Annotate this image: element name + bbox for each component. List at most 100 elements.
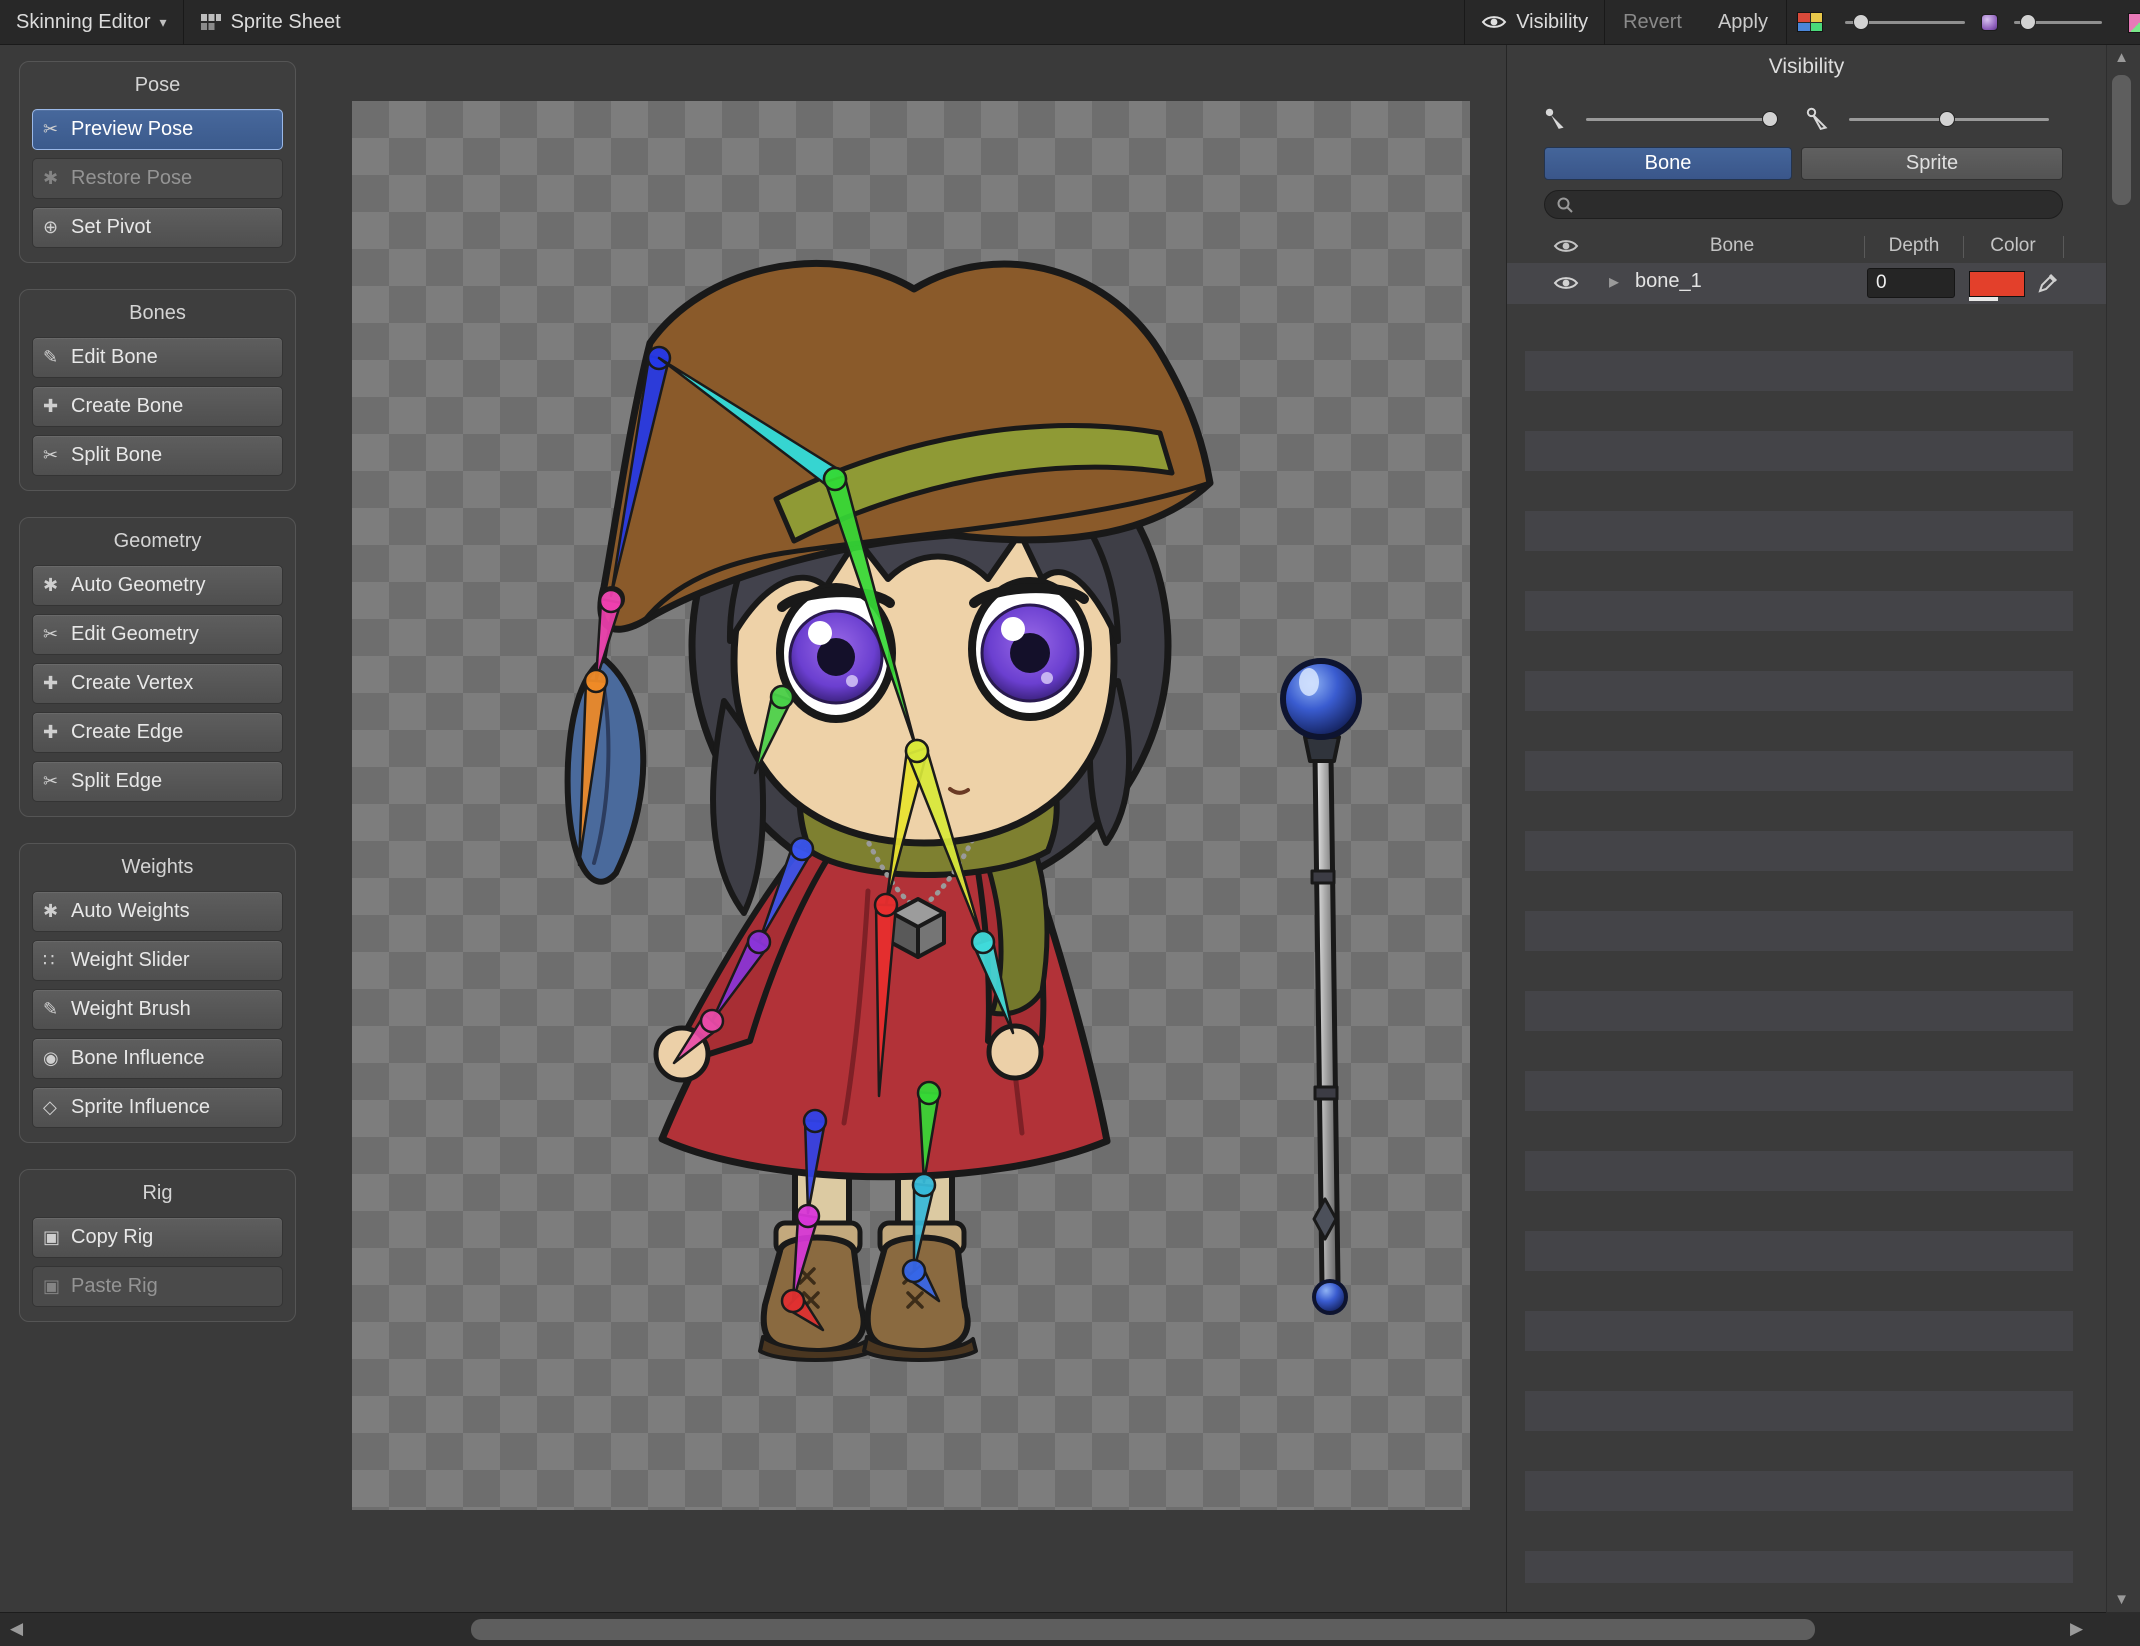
bone-joint-ornament-1[interactable]: [598, 588, 624, 614]
bone-joint-leg-l-1[interactable]: [802, 1108, 828, 1134]
tool-group-rig: Rig ▣ Copy Rig ▣ Paste Rig: [19, 1169, 296, 1322]
table-row-bone-1[interactable]: ▸ bone_1: [1507, 263, 2106, 304]
bone-joint-neck[interactable]: [822, 466, 848, 492]
visibility-label: Visibility: [1516, 10, 1589, 33]
row-visibility-eye-icon[interactable]: [1553, 274, 1579, 292]
color-swatch-icon[interactable]: [1797, 12, 1823, 32]
preview-pose-button[interactable]: ✂ Preview Pose: [32, 109, 283, 150]
tab-bone[interactable]: Bone: [1544, 147, 1792, 180]
vertical-scrollbar-thumb[interactable]: [2112, 75, 2131, 205]
paste-rig-button[interactable]: ▣ Paste Rig: [32, 1266, 283, 1307]
bone-joint-arm-l-1[interactable]: [789, 836, 815, 862]
scroll-up-arrow-icon[interactable]: ▲: [2107, 49, 2136, 66]
bone-influence-button[interactable]: ◉ Bone Influence: [32, 1038, 283, 1079]
bone-color-swatch[interactable]: [1969, 271, 2025, 301]
zoom-slider[interactable]: [1845, 13, 1965, 30]
skinning-editor-label: Skinning Editor: [16, 10, 151, 33]
skinning-editor-dropdown[interactable]: Skinning Editor ▾: [0, 0, 183, 45]
bone-gizmo-head[interactable]: [657, 356, 842, 489]
restore-pose-button[interactable]: ✱ Restore Pose: [32, 158, 283, 199]
cropped-toolbar-icon[interactable]: [2128, 13, 2140, 33]
horizontal-scrollbar[interactable]: ◀ ▶: [0, 1612, 2140, 1646]
sprite-influence-button[interactable]: ◇ Sprite Influence: [32, 1087, 283, 1128]
weight-brush-button[interactable]: ✎ Weight Brush: [32, 989, 283, 1030]
create-vertex-button[interactable]: ✚ Create Vertex: [32, 663, 283, 704]
search-input[interactable]: [1581, 193, 2052, 216]
table-header: Bone Depth Color: [1507, 232, 2106, 262]
bone-joint-hand-l[interactable]: [699, 1008, 725, 1034]
button-label: Weight Brush: [71, 998, 191, 1020]
create-edge-button[interactable]: ✚ Create Edge: [32, 712, 283, 753]
bone-joint-chest-r[interactable]: [904, 738, 930, 764]
header-divider: [1963, 236, 1964, 258]
apply-button[interactable]: Apply: [1700, 0, 1786, 45]
split-bone-button[interactable]: ✂ Split Bone: [32, 435, 283, 476]
copy-rig-button[interactable]: ▣ Copy Rig: [32, 1217, 283, 1258]
bone-joint-leg-r-2[interactable]: [911, 1172, 937, 1198]
weight-slider-icon: ∷: [43, 950, 55, 970]
visibility-toggle[interactable]: Visibility: [1465, 0, 1604, 45]
bone-gizmo-torso[interactable]: [874, 903, 898, 1098]
revert-button[interactable]: Revert: [1605, 0, 1700, 45]
bone-name: bone_1: [1635, 270, 1702, 292]
split-edge-button[interactable]: ✂ Split Edge: [32, 761, 283, 802]
depth-input[interactable]: [1867, 268, 1955, 298]
eyedropper-icon[interactable]: [2037, 272, 2059, 294]
bone-gizmo-hat-tip[interactable]: [609, 354, 671, 598]
tab-sprite[interactable]: Sprite: [1801, 147, 2063, 180]
slider-thumb[interactable]: [1939, 111, 1955, 127]
bone-joint-foot-r[interactable]: [901, 1258, 927, 1284]
weight-slider-button[interactable]: ∷ Weight Slider: [32, 940, 283, 981]
toolbar-divider: [1786, 0, 1787, 45]
sprite-sheet-button[interactable]: Sprite Sheet: [184, 0, 357, 45]
slider-thumb[interactable]: [1762, 111, 1778, 127]
create-bone-button[interactable]: ✚ Create Bone: [32, 386, 283, 427]
button-label: Create Edge: [71, 721, 184, 743]
eye-icon: [1481, 13, 1507, 31]
bone-gizmo-leg-l-1[interactable]: [803, 1118, 827, 1215]
header-eye-icon: [1553, 237, 1579, 255]
horizontal-scrollbar-thumb[interactable]: [471, 1619, 1815, 1640]
slider-thumb[interactable]: [1853, 13, 1869, 30]
opacity-slider[interactable]: [2014, 13, 2102, 30]
overlay-color-icon[interactable]: [1981, 13, 1998, 31]
button-label: Copy Rig: [71, 1226, 154, 1248]
edit-bone-button[interactable]: ✎ Edit Bone: [32, 337, 283, 378]
button-label: Create Vertex: [71, 672, 194, 694]
header-depth: Depth: [1888, 235, 1940, 256]
bone-gizmo-leg-r-1[interactable]: [917, 1091, 941, 1184]
bone-joint-arm-l-2[interactable]: [746, 929, 772, 955]
bone-joint-ornament-2[interactable]: [583, 668, 609, 694]
search-field[interactable]: [1544, 190, 2063, 219]
sprite-canvas[interactable]: [352, 101, 1470, 1510]
scroll-right-arrow-icon[interactable]: ▶: [2070, 1619, 2083, 1639]
bone-joint-shoulder-l[interactable]: [769, 684, 795, 710]
button-label: Weight Slider: [71, 949, 190, 971]
bone-gizmo-ornament-2[interactable]: [577, 678, 608, 867]
auto-weights-button[interactable]: ✱ Auto Weights: [32, 891, 283, 932]
set-pivot-button[interactable]: ⊕ Set Pivot: [32, 207, 283, 248]
button-label: Split Bone: [71, 444, 163, 466]
button-label: Preview Pose: [71, 118, 194, 140]
button-label: Auto Geometry: [71, 574, 206, 596]
bone-gizmo-chest-r[interactable]: [906, 746, 985, 944]
scroll-left-arrow-icon[interactable]: ◀: [10, 1619, 23, 1639]
bone-size-slider[interactable]: [1586, 111, 1778, 127]
bone-gizmo-neck[interactable]: [824, 474, 919, 753]
group-title-rig: Rig: [142, 1182, 173, 1204]
expand-arrow-icon[interactable]: ▸: [1609, 269, 1619, 294]
header-divider: [1864, 236, 1865, 258]
bone-joint-torso[interactable]: [873, 892, 899, 918]
bone-outline-icon: [1805, 107, 1831, 133]
scroll-down-arrow-icon[interactable]: ▼: [2107, 1591, 2136, 1608]
create-edge-icon: ✚: [43, 722, 59, 742]
auto-geometry-button[interactable]: ✱ Auto Geometry: [32, 565, 283, 606]
bone-joint-leg-l-2[interactable]: [795, 1203, 821, 1229]
bone-joint-foot-l[interactable]: [780, 1288, 806, 1314]
slider-thumb[interactable]: [2020, 13, 2036, 30]
edit-geometry-button[interactable]: ✂ Edit Geometry: [32, 614, 283, 655]
bone-joint-leg-r-1[interactable]: [916, 1080, 942, 1106]
vertical-scrollbar[interactable]: ▲ ▼: [2106, 45, 2136, 1612]
bone-opacity-slider[interactable]: [1849, 111, 2049, 127]
bone-joint-arm-r[interactable]: [970, 929, 996, 955]
